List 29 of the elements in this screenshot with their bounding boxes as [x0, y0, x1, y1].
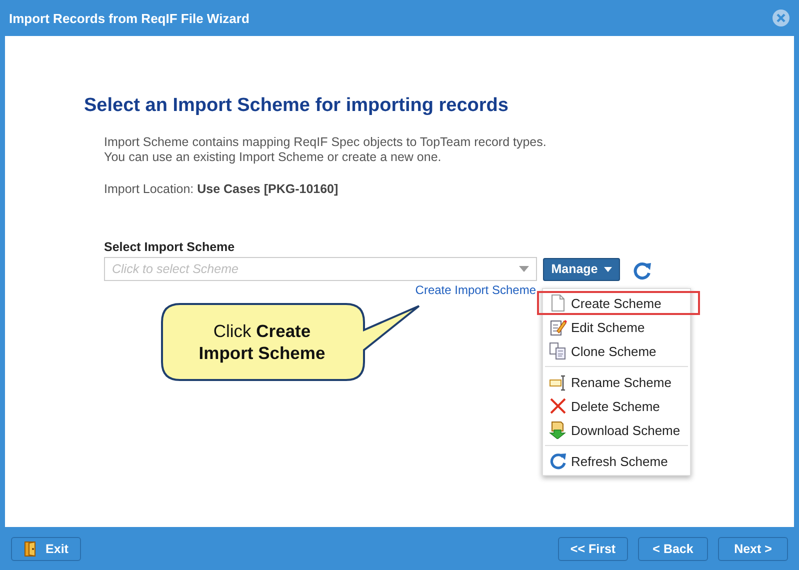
copy-icon	[549, 342, 567, 360]
refresh-icon[interactable]	[632, 261, 652, 281]
refresh-icon	[549, 452, 567, 470]
callout-text: Click Create Import Scheme	[198, 320, 326, 364]
menu-item[interactable]: Clone Scheme	[537, 339, 700, 363]
menu-item[interactable]: Refresh Scheme	[537, 449, 700, 473]
description-text: Import Scheme contains mapping ReqIF Spec objects to TopTeam record types.	[104, 135, 548, 150]
menu-item[interactable]: Edit Scheme	[537, 315, 700, 339]
scheme-select[interactable]: Click to select Scheme	[104, 257, 537, 281]
pencil-document-icon	[549, 318, 567, 336]
menu-item[interactable]: Delete Scheme	[537, 394, 700, 418]
menu-item[interactable]: Download Scheme	[537, 418, 700, 442]
location-label: Import Location:	[104, 182, 194, 196]
caret-icon	[604, 266, 612, 272]
caret-icon	[519, 266, 529, 272]
menu-item[interactable]: Create Scheme	[537, 291, 700, 315]
menu-item[interactable]: Rename Scheme	[537, 370, 700, 394]
window-title: Import Records from ReqIF File Wizard	[9, 10, 250, 26]
download-icon	[549, 421, 567, 439]
delete-icon	[549, 397, 567, 415]
description-text: You can use an existing Import Scheme or create a new one.	[104, 150, 442, 165]
create-import-scheme-link[interactable]: Create Import Scheme	[415, 283, 536, 297]
location-value: Use Cases [PKG-10160]	[197, 182, 338, 196]
page-heading: Select an Import Scheme for importing records	[84, 94, 510, 117]
manage-button[interactable]: Manage	[543, 258, 620, 280]
document-icon	[549, 294, 567, 312]
field-label: Select Import Scheme	[104, 240, 236, 254]
rename-icon	[549, 373, 567, 391]
door-icon	[24, 540, 38, 556]
